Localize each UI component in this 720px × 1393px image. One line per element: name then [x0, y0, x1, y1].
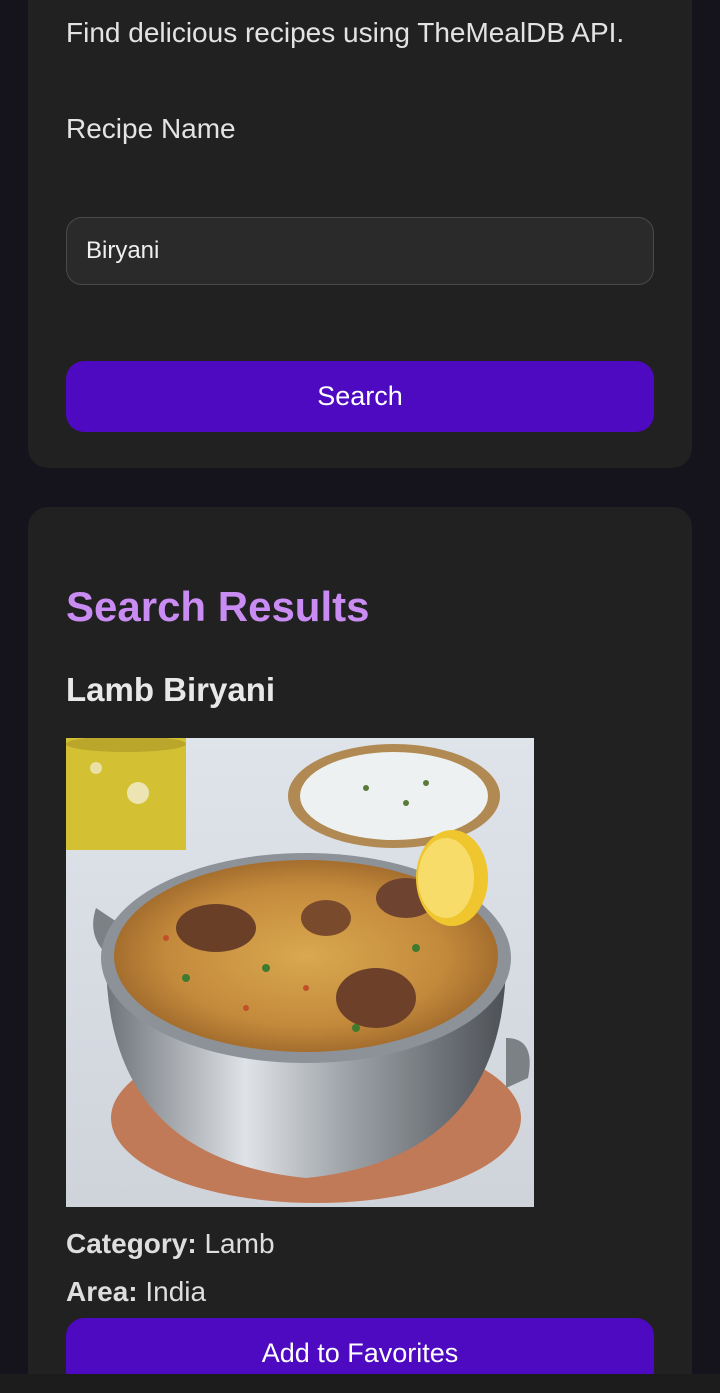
category-value: Lamb: [204, 1228, 275, 1259]
meal-category: Category: Lamb: [66, 1228, 275, 1260]
recipe-name-label: Recipe Name: [66, 113, 236, 144]
page: Find delicious recipes using TheMealDB A…: [0, 0, 720, 1393]
category-label: Category:: [66, 1228, 197, 1259]
area-label: Area:: [66, 1276, 138, 1307]
search-card: Find delicious recipes using TheMealDB A…: [28, 0, 692, 468]
area-value: India: [145, 1276, 207, 1307]
meal-name: Lamb Biryani: [66, 671, 276, 708]
meal-area: Area: India: [66, 1276, 206, 1308]
recipe-search-input[interactable]: [66, 217, 654, 285]
app-description: Find delicious recipes using TheMealDB A…: [66, 17, 625, 48]
meal-image: [66, 738, 534, 1207]
results-card: Search Results Lamb Biryani Category: La…: [28, 507, 692, 1393]
bottom-bar: [0, 1374, 720, 1393]
search-button[interactable]: Search: [66, 361, 654, 432]
results-heading: Search Results: [66, 583, 370, 630]
